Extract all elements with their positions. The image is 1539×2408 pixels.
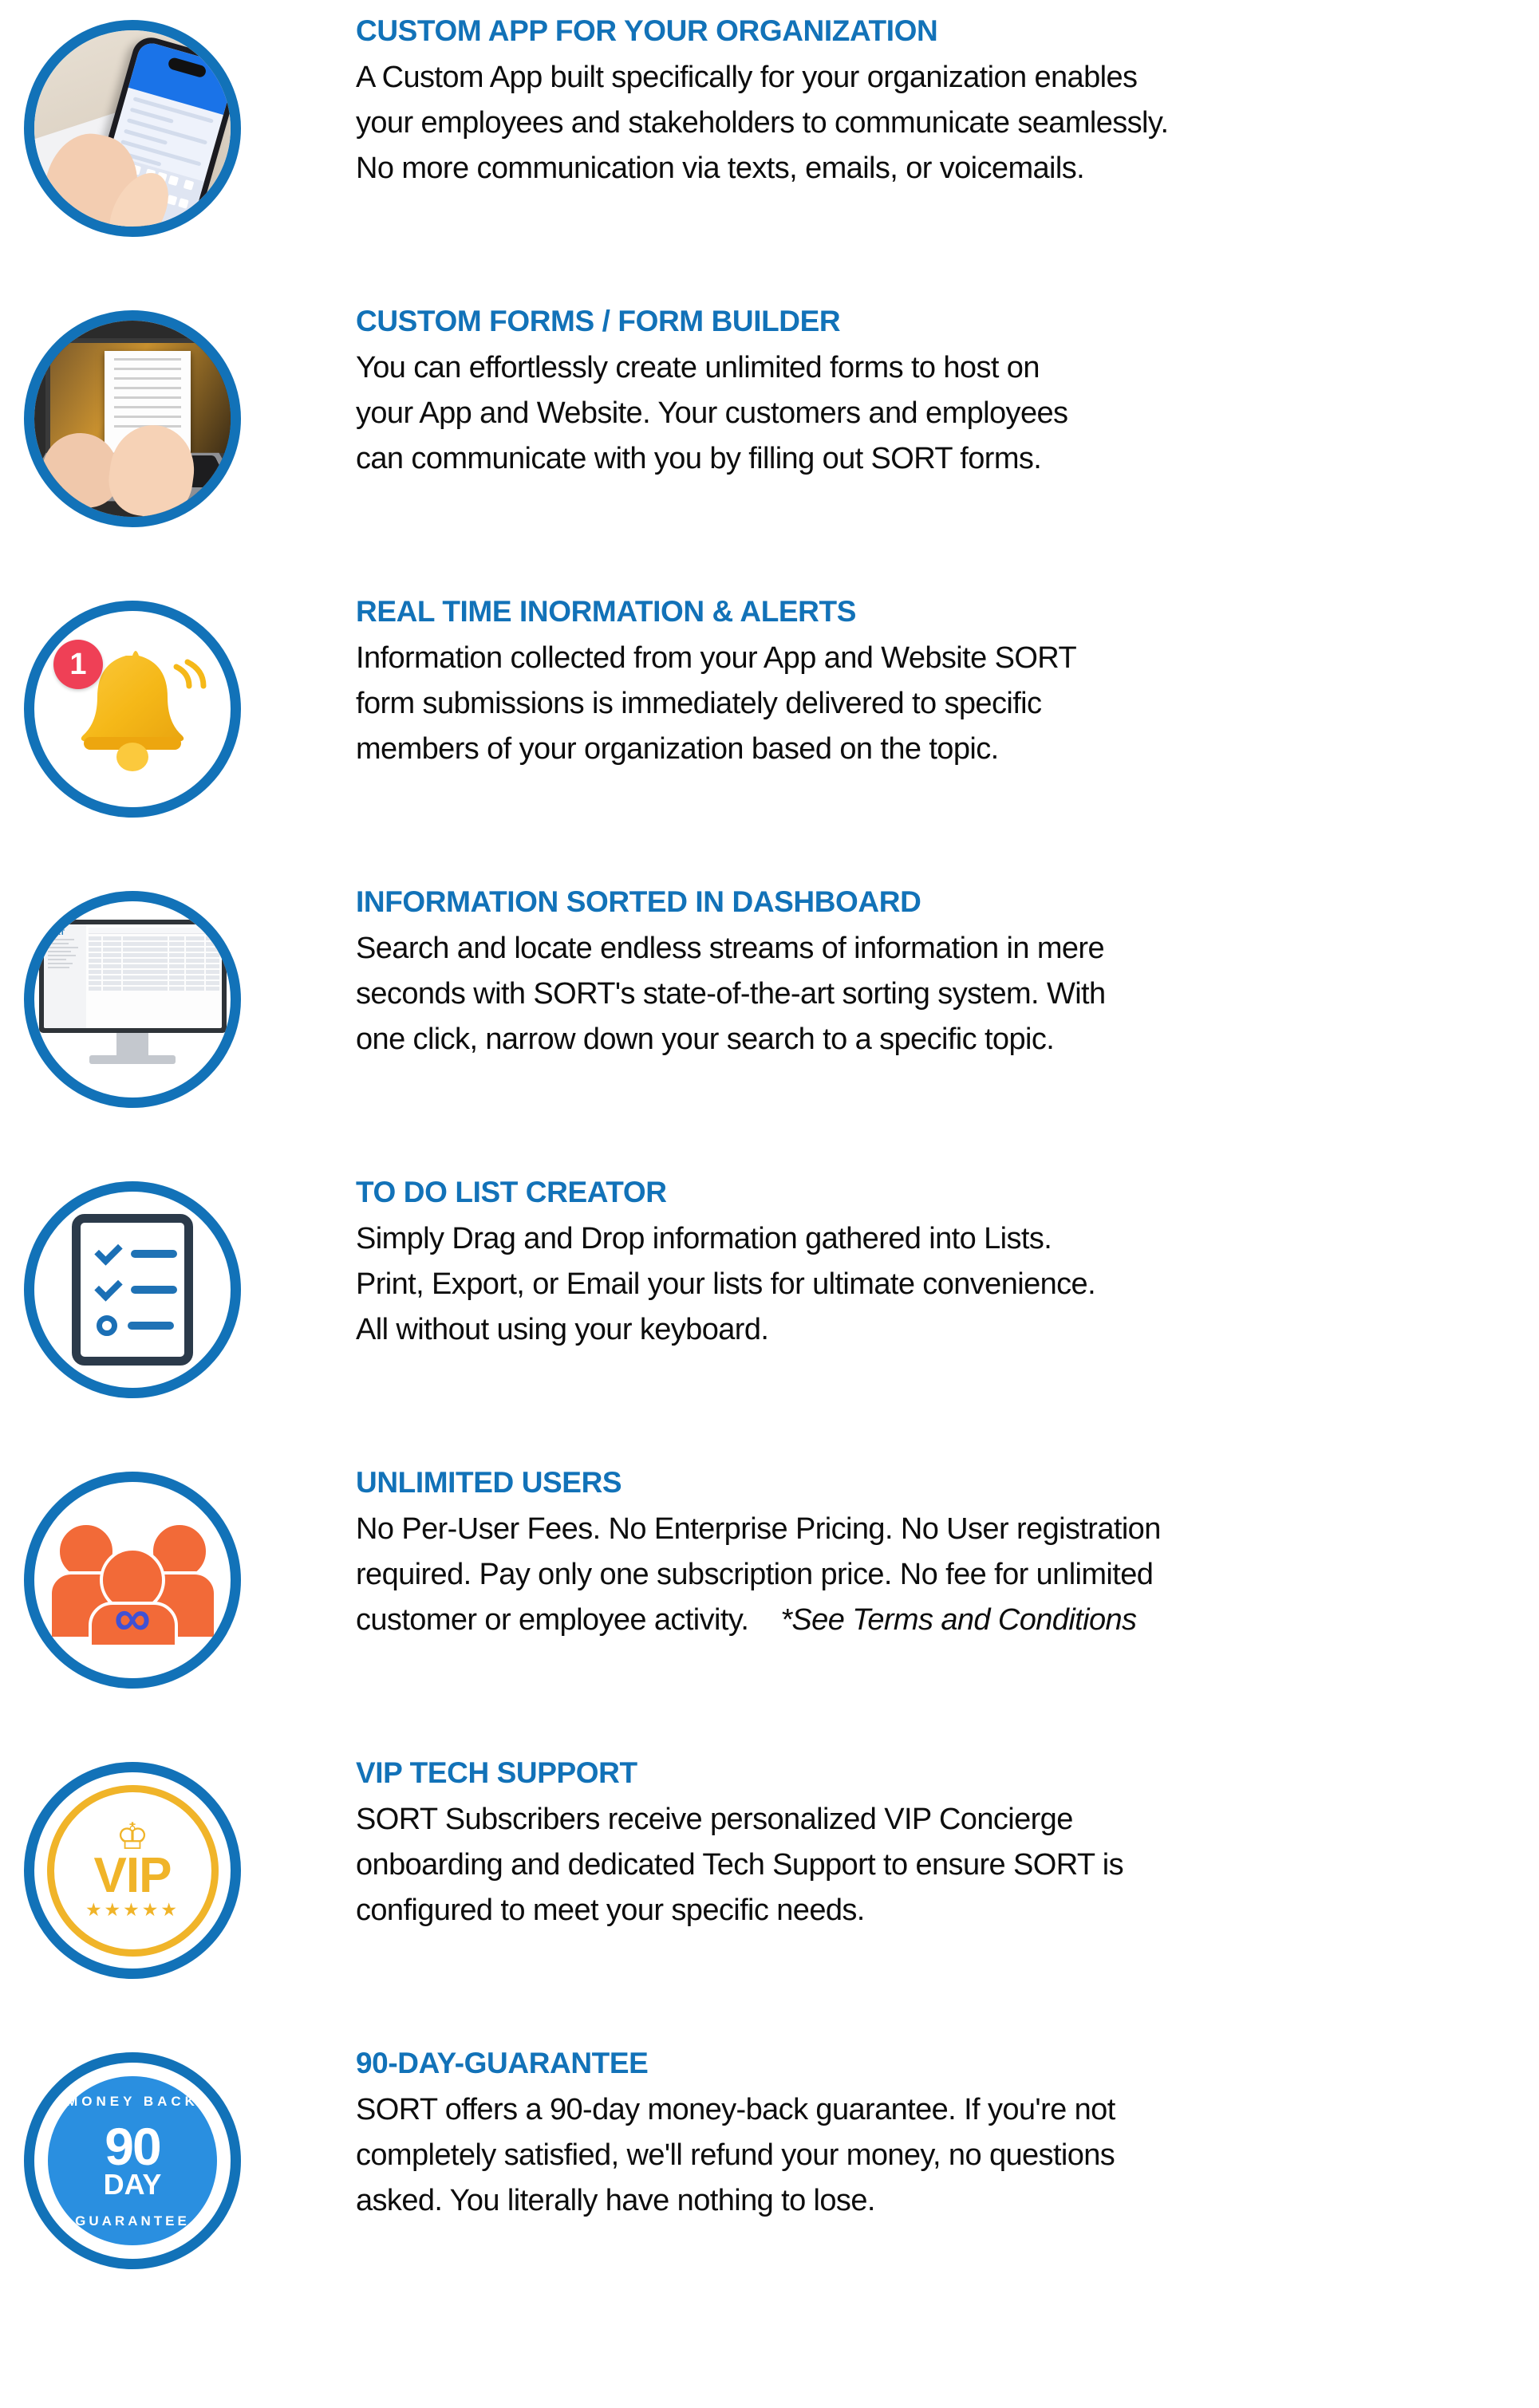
text-cell: CUSTOM FORMS / FORM BUILDER You can effo… (252, 297, 1539, 482)
body-line: Print, Export, or Email your lists for u… (356, 1267, 1096, 1301)
feature-row: ∞ UNLIMITED USERS No Per-User Fees. No E… (0, 1458, 1539, 1748)
feature-body: SORT Subscribers receive personalized VI… (356, 1797, 1539, 1933)
feature-heading: CUSTOM FORMS / FORM BUILDER (356, 305, 841, 337)
icon-cell: MONEY BACK 90 DAY GUARANTEE (13, 2039, 252, 2278)
body-line: customer or employee activity. (356, 1603, 749, 1637)
text-cell: UNLIMITED USERS No Per-User Fees. No Ent… (252, 1458, 1539, 1643)
body-line: your employees and stakeholders to commu… (356, 106, 1169, 140)
text-cell: 90-DAY-GUARANTEE SORT offers a 90-day mo… (252, 2039, 1539, 2224)
checklist-item (97, 1315, 184, 1336)
icon-cell: ∞ (13, 1458, 252, 1697)
body-line: asked. You literally have nothing to los… (356, 2184, 875, 2217)
icon-cell (13, 297, 252, 536)
circle-icon (97, 1315, 117, 1336)
list-line (128, 1322, 174, 1330)
seal-number: 90 (105, 2116, 161, 2176)
feature-heading: CUSTOM APP FOR YOUR ORGANIZATION (356, 14, 938, 47)
body-line: No more communication via texts, emails,… (356, 152, 1085, 185)
bell-notification-icon: 1 (24, 601, 241, 818)
feature-row: ♔ VIP ★★★★★ VIP TECH SUPPORT SORT Subscr… (0, 1748, 1539, 2039)
feature-heading: VIP TECH SUPPORT (356, 1756, 637, 1789)
seal-top-text: MONEY BACK (66, 2094, 199, 2109)
infinity-icon: ∞ (114, 1589, 151, 1646)
list-line (131, 1286, 177, 1294)
stars-icon: ★★★★★ (85, 1898, 180, 1920)
crown-icon: ♔ (116, 1815, 149, 1858)
body-line-with-note: customer or employee activity. *See Term… (356, 1598, 1539, 1643)
checklist-item (94, 1273, 184, 1302)
feature-heading: REAL TIME INORMATION & ALERTS (356, 595, 856, 628)
seal-day-label: DAY (103, 2168, 162, 2201)
monitor-dashboard-icon: SORT (24, 891, 241, 1108)
seal-bottom-text: GUARANTEE (75, 2213, 190, 2229)
icon-cell: SORT (13, 877, 252, 1117)
feature-body: No Per-User Fees. No Enterprise Pricing.… (356, 1507, 1539, 1643)
feature-body: Simply Drag and Drop information gathere… (356, 1216, 1539, 1353)
body-line: No Per-User Fees. No Enterprise Pricing.… (356, 1512, 1161, 1546)
feature-heading: INFORMATION SORTED IN DASHBOARD (356, 885, 921, 918)
feature-body: SORT offers a 90-day money-back guarante… (356, 2087, 1539, 2224)
feature-row: SORT INFORMATION SORTED IN DASHBOARD Sea… (0, 877, 1539, 1168)
money-back-seal-icon: MONEY BACK 90 DAY GUARANTEE (24, 2052, 241, 2269)
text-cell: TO DO LIST CREATOR Simply Drag and Drop … (252, 1168, 1539, 1353)
icon-cell (13, 6, 252, 246)
body-line: configured to meet your specific needs. (356, 1894, 865, 1927)
icon-cell: ♔ VIP ★★★★★ (13, 1748, 252, 1988)
feature-body: You can effortlessly create unlimited fo… (356, 345, 1539, 482)
body-line: your App and Website. Your customers and… (356, 396, 1068, 430)
text-cell: VIP TECH SUPPORT SORT Subscribers receiv… (252, 1748, 1539, 1933)
phone-photo-icon (24, 20, 241, 237)
body-line: A Custom App built specifically for your… (356, 61, 1138, 94)
terms-note: *See Terms and Conditions (780, 1603, 1137, 1637)
checklist-clipboard-icon (24, 1181, 241, 1398)
body-line: seconds with SORT's state-of-the-art sor… (356, 977, 1106, 1011)
feature-body: Information collected from your App and … (356, 636, 1539, 772)
feature-body: Search and locate endless streams of inf… (356, 926, 1539, 1062)
body-line: one click, narrow down your search to a … (356, 1023, 1055, 1056)
feature-heading: UNLIMITED USERS (356, 1466, 622, 1499)
body-line: SORT offers a 90-day money-back guarante… (356, 2093, 1115, 2126)
users-infinity-icon: ∞ (24, 1472, 241, 1689)
text-cell: CUSTOM APP FOR YOUR ORGANIZATION A Custo… (252, 6, 1539, 191)
body-line: required. Pay only one subscription pric… (356, 1558, 1154, 1591)
vip-badge-icon: ♔ VIP ★★★★★ (24, 1762, 241, 1979)
feature-body: A Custom App built specifically for your… (356, 55, 1539, 191)
feature-heading: 90-DAY-GUARANTEE (356, 2047, 649, 2079)
checklist-item (94, 1237, 184, 1266)
feature-heading: TO DO LIST CREATOR (356, 1176, 667, 1208)
body-line: SORT Subscribers receive personalized VI… (356, 1803, 1073, 1836)
body-line: Simply Drag and Drop information gathere… (356, 1222, 1052, 1255)
dashboard-logo: SORT (45, 928, 65, 936)
body-line: You can effortlessly create unlimited fo… (356, 351, 1040, 384)
feature-row: MONEY BACK 90 DAY GUARANTEE 90-DAY-GUARA… (0, 2039, 1539, 2329)
body-line: All without using your keyboard. (356, 1313, 769, 1346)
feature-row: TO DO LIST CREATOR Simply Drag and Drop … (0, 1168, 1539, 1458)
icon-cell: 1 (13, 587, 252, 826)
vip-label: VIP (93, 1847, 172, 1903)
body-line: form submissions is immediately delivere… (356, 687, 1042, 720)
body-line: members of your organization based on th… (356, 732, 999, 766)
feature-row: 1 REAL TIME INORMATION & ALERTS Informat… (0, 587, 1539, 877)
body-line: onboarding and dedicated Tech Support to… (356, 1848, 1124, 1882)
feature-list: CUSTOM APP FOR YOUR ORGANIZATION A Custo… (0, 0, 1539, 2408)
body-line: completely satisfied, we'll refund your … (356, 2138, 1115, 2172)
check-icon (94, 1237, 123, 1266)
icon-cell (13, 1168, 252, 1407)
text-cell: REAL TIME INORMATION & ALERTS Informatio… (252, 587, 1539, 772)
text-cell: INFORMATION SORTED IN DASHBOARD Search a… (252, 877, 1539, 1062)
body-line: Information collected from your App and … (356, 641, 1077, 675)
feature-row: CUSTOM FORMS / FORM BUILDER You can effo… (0, 297, 1539, 587)
notification-badge: 1 (53, 640, 103, 689)
body-line: Search and locate endless streams of inf… (356, 932, 1105, 965)
check-icon (94, 1273, 123, 1302)
feature-row: CUSTOM APP FOR YOUR ORGANIZATION A Custo… (0, 6, 1539, 297)
body-line: can communicate with you by filling out … (356, 442, 1042, 475)
laptop-photo-icon (24, 310, 241, 527)
list-line (131, 1250, 177, 1258)
